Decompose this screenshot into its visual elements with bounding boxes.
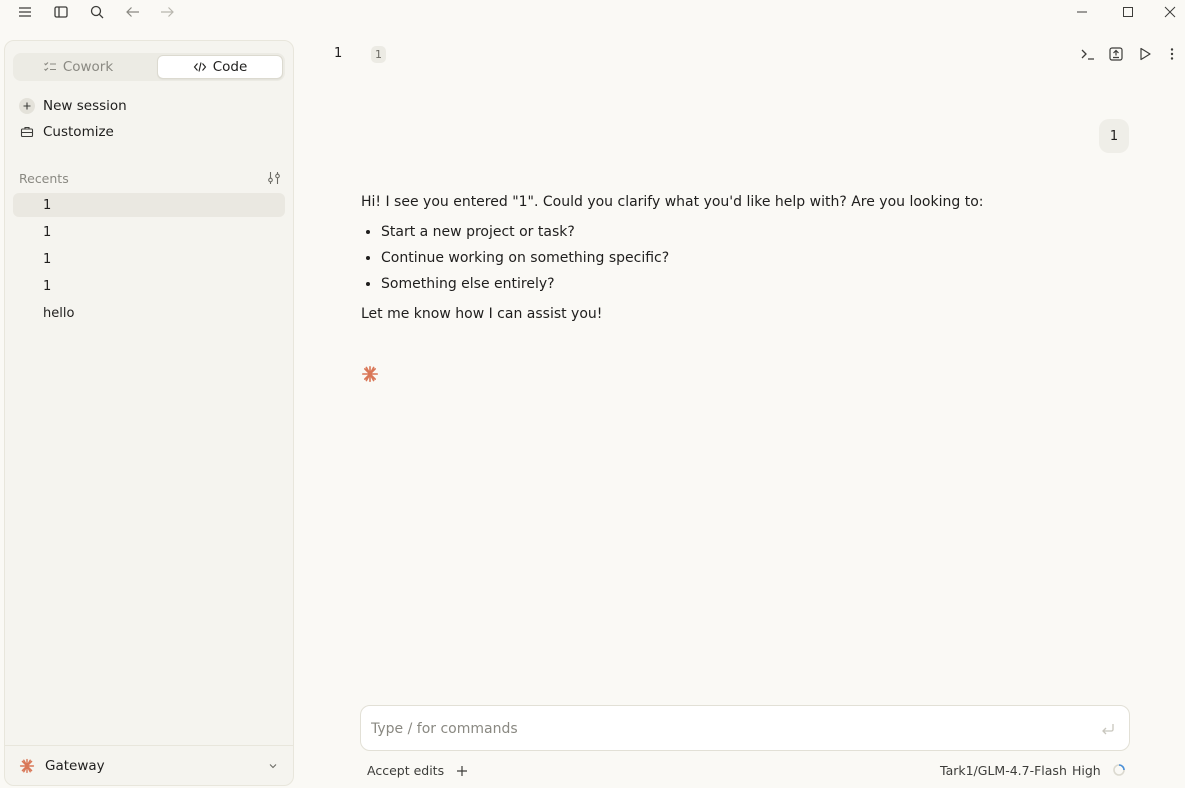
recents-header: Recents [19, 169, 281, 187]
model-selector[interactable]: Tark1/GLM-4.7-Flash [940, 763, 1067, 778]
recent-item-label: 1 [43, 278, 52, 294]
mode-cowork-button[interactable]: Cowork [15, 55, 141, 79]
mode-toggle: Cowork Code [13, 53, 285, 81]
menu-icon[interactable] [12, 0, 38, 24]
minimize-icon[interactable] [1062, 0, 1102, 24]
title-bar [0, 0, 1185, 24]
user-message: 1 [1099, 119, 1129, 153]
prompt-input[interactable] [371, 718, 1071, 740]
list-item: Something else entirely? [381, 274, 1131, 294]
arrow-right-icon[interactable] [154, 0, 180, 24]
composer [360, 705, 1130, 751]
mode-code-button[interactable]: Code [157, 55, 283, 79]
recent-item-label: 1 [43, 251, 52, 267]
customize-label: Customize [43, 124, 114, 140]
plus-icon [19, 98, 35, 114]
spark-icon [360, 364, 380, 384]
more-vertical-icon[interactable] [1160, 43, 1184, 65]
recent-item[interactable]: 1 [13, 274, 285, 298]
terminal-icon[interactable] [1076, 43, 1100, 65]
effort-selector[interactable]: High [1072, 763, 1101, 778]
filter-icon[interactable] [267, 171, 281, 185]
session-title: 1 [334, 46, 343, 61]
play-icon[interactable] [1133, 43, 1157, 65]
assistant-message: Hi! I see you entered "1". Could you cla… [361, 192, 1131, 324]
accept-edits-button[interactable]: Accept edits [367, 763, 444, 778]
briefcase-icon [19, 124, 35, 140]
assistant-intro: Hi! I see you entered "1". Could you cla… [361, 194, 984, 210]
session-badge[interactable]: 1 [371, 46, 386, 63]
checklist-icon [43, 60, 57, 74]
chevron-down-icon [267, 760, 279, 772]
plus-icon[interactable] [453, 762, 471, 780]
gateway-selector[interactable]: Gateway [5, 745, 293, 785]
assistant-outro: Let me know how I can assist you! [361, 306, 603, 322]
mode-cowork-label: Cowork [62, 59, 114, 75]
send-icon[interactable] [1099, 720, 1117, 738]
recent-item-label: 1 [43, 224, 52, 240]
recent-item-label: hello [43, 305, 75, 321]
gateway-label: Gateway [45, 757, 105, 774]
close-icon[interactable] [1154, 0, 1185, 24]
mode-code-label: Code [212, 59, 248, 75]
recent-item[interactable]: hello [13, 301, 285, 325]
list-item: Continue working on something specific? [381, 248, 1131, 268]
loading-spinner-icon [1112, 763, 1126, 777]
new-session-button[interactable]: New session [13, 94, 285, 118]
list-item: Start a new project or task? [381, 222, 1131, 242]
recent-item-label: 1 [43, 197, 52, 213]
maximize-icon[interactable] [1108, 0, 1148, 24]
recents-label: Recents [19, 170, 69, 186]
code-icon [193, 60, 207, 74]
arrow-left-icon[interactable] [120, 0, 146, 24]
recent-item[interactable]: 1 [13, 193, 285, 217]
sidebar: Cowork Code New session Customize Recent… [4, 40, 294, 786]
recent-item[interactable]: 1 [13, 247, 285, 271]
preview-icon[interactable] [1104, 43, 1128, 65]
recent-item[interactable]: 1 [13, 220, 285, 244]
spark-icon [19, 758, 35, 774]
composer-toolbar: Accept edits Tark1/GLM-4.7-Flash High [360, 760, 1130, 782]
sidebar-toggle-icon[interactable] [48, 0, 74, 24]
new-session-label: New session [43, 98, 127, 114]
customize-button[interactable]: Customize [13, 120, 285, 144]
assistant-bullet-list: Start a new project or task? Continue wo… [381, 222, 1131, 294]
search-icon[interactable] [84, 0, 110, 24]
